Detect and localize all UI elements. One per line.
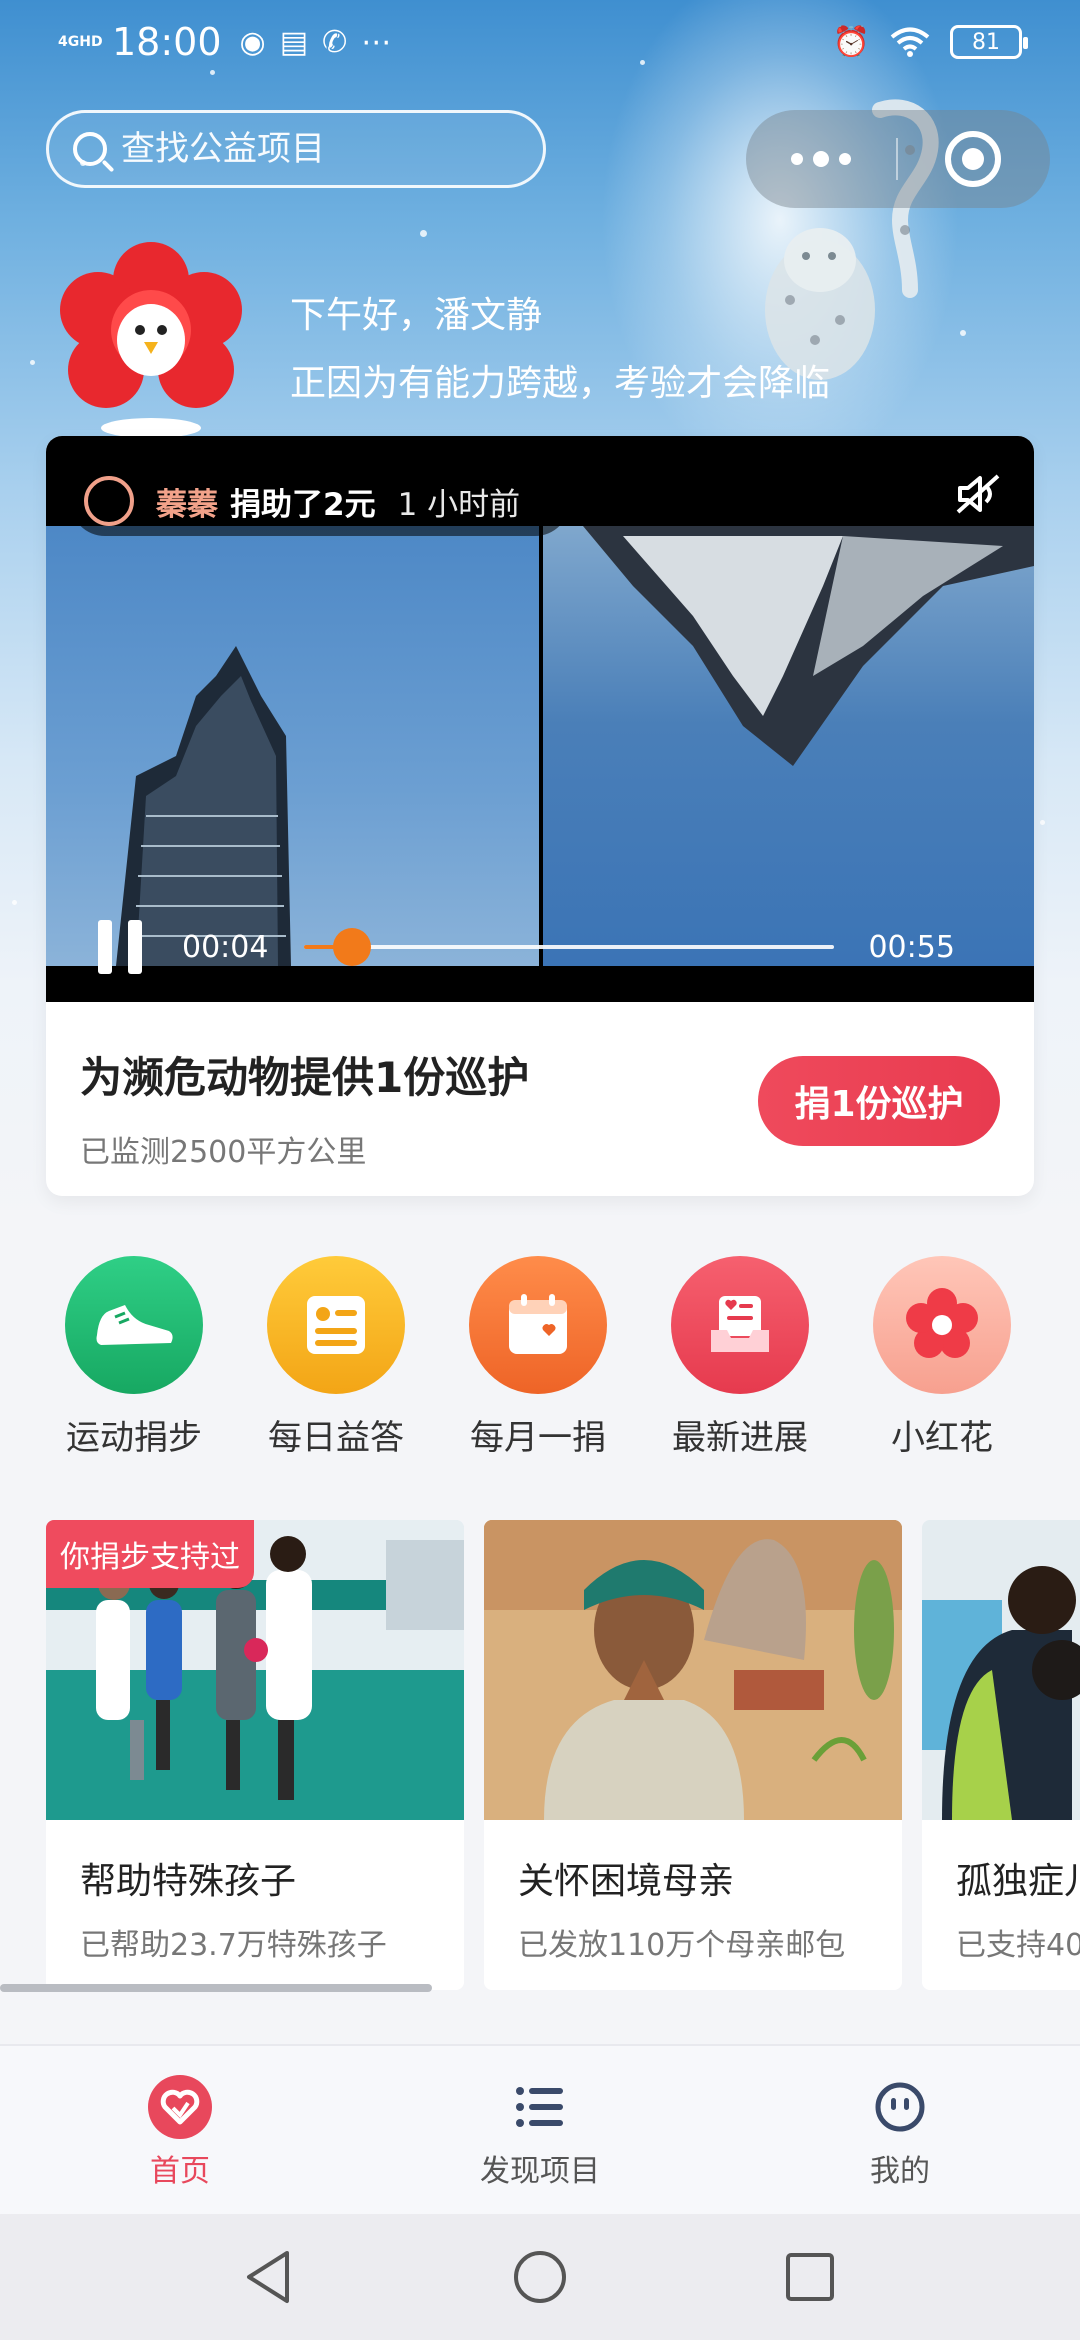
donor-name: 蓁蓁 (156, 486, 218, 523)
list-icon (507, 2074, 573, 2140)
project-info: 为濒危动物提供1份巡护 已监测2500平方公里 捐1份巡护 (46, 1002, 1034, 1196)
donation-amount: 捐助了2元 (230, 486, 376, 523)
quick-action-label: 运动捐步 (66, 1418, 202, 1458)
red-flower-mascot (60, 242, 242, 438)
progress-track[interactable] (304, 928, 835, 966)
bottom-tab-bar: 首页 发现项目 我的 (0, 2044, 1080, 2214)
calendar-heart-icon (469, 1256, 607, 1394)
project-card-stat: 已支持40 (956, 1928, 1080, 1963)
battery-indicator: 81 (950, 25, 1028, 59)
project-card-title: 孤独症儿 (956, 1861, 1080, 1902)
quick-action-label: 每月一捐 (470, 1418, 606, 1458)
project-card-title: 关怀困境母亲 (518, 1861, 735, 1902)
donation-ticker: 蓁蓁 捐助了2元 1 小时前 (70, 466, 570, 536)
quick-action-monthly[interactable]: 每月一捐 (448, 1256, 628, 1459)
search-input[interactable] (121, 129, 521, 169)
project-image-autism (922, 1520, 1080, 1820)
project-card-stat: 已帮助23.7万特殊孩子 (80, 1928, 387, 1963)
search-box[interactable] (46, 110, 546, 188)
target-icon (945, 131, 1001, 187)
quick-action-redflower[interactable]: 小红花 (852, 1256, 1032, 1459)
news-tray-icon (671, 1256, 809, 1394)
quick-actions: 运动捐步 每日益答 每月一捐 最新进展 小红花 (0, 1256, 1080, 1459)
tab-discover[interactable]: 发现项目 (440, 2074, 640, 2190)
tab-home[interactable]: 首页 (80, 2074, 280, 2190)
message-icon: ▤ (279, 24, 309, 60)
back-button[interactable] (228, 2242, 308, 2312)
quick-action-label: 小红花 (891, 1418, 993, 1458)
home-circle-icon (514, 2251, 566, 2303)
carousel-scroll-indicator (0, 1984, 432, 1992)
project-card-title: 帮助特殊孩子 (80, 1861, 297, 1902)
project-card-stat: 已发放110万个母亲邮包 (518, 1928, 846, 1963)
more-dots-icon: ⋯ (361, 24, 392, 60)
quiz-card-icon (267, 1256, 405, 1394)
close-mini-program-button[interactable] (898, 110, 1048, 208)
project-card[interactable]: 孤独症儿 已支持40 (922, 1520, 1080, 1990)
project-image-special-children: 你捐步支持过 (46, 1520, 464, 1820)
recents-button[interactable] (770, 2242, 850, 2312)
donation-time: 1 小时前 (397, 486, 521, 523)
clock: 18:00 (112, 20, 222, 64)
home-button[interactable] (500, 2242, 580, 2312)
greeting-motto: 正因为有能力跨越，考验才会降临 (290, 363, 831, 404)
back-triangle-icon (247, 2251, 289, 2303)
project-carousel[interactable]: 你捐步支持过 帮助特殊孩子 已帮助23.7万特殊孩子 关怀困境母亲 已发放110… (0, 1520, 1080, 1990)
search-icon (73, 132, 107, 166)
alarm-icon: ⏰ (832, 24, 870, 60)
sneaker-icon (65, 1256, 203, 1394)
call-icon: ✆ (322, 24, 348, 60)
wifi-icon (890, 27, 930, 57)
project-card[interactable]: 关怀困境母亲 已发放110万个母亲邮包 (484, 1520, 902, 1990)
smile-face-icon (867, 2074, 933, 2140)
mute-icon[interactable] (954, 472, 1004, 516)
pause-button[interactable] (98, 920, 142, 974)
battery-level: 81 (972, 29, 1000, 55)
current-time: 00:04 (182, 929, 269, 965)
donor-avatar (84, 476, 134, 526)
more-menu-button[interactable] (746, 110, 896, 208)
tab-label: 首页 (150, 2154, 210, 2189)
supported-tag: 你捐步支持过 (46, 1520, 254, 1588)
red-flower-icon (873, 1256, 1011, 1394)
network-indicator: 4GHD (58, 34, 103, 50)
quick-action-label: 最新进展 (672, 1418, 808, 1458)
greeting-title: 下午好，潘文静 (290, 295, 543, 336)
quick-action-progress[interactable]: 最新进展 (650, 1256, 830, 1459)
project-image-mothers (484, 1520, 902, 1820)
tab-label: 我的 (870, 2154, 930, 2189)
greeting: 下午好，潘文静 正因为有能力跨越，考验才会降临 (290, 286, 830, 406)
recents-square-icon (786, 2253, 834, 2301)
progress-knob[interactable] (333, 928, 372, 966)
quick-action-quiz[interactable]: 每日益答 (246, 1256, 426, 1459)
donate-patrol-button[interactable]: 捐1份巡护 (758, 1056, 1000, 1146)
project-card[interactable]: 你捐步支持过 帮助特殊孩子 已帮助23.7万特殊孩子 (46, 1520, 464, 1990)
tab-mine[interactable]: 我的 (800, 2074, 1000, 2190)
voice-icon: ◉ (239, 24, 266, 60)
mini-program-capsule (746, 110, 1050, 208)
quick-action-label: 每日益答 (268, 1418, 404, 1458)
status-bar: 4GHD 18:00 ◉ ▤ ✆ ⋯ ⏰ 81 (0, 0, 1080, 84)
heart-home-icon (147, 2074, 213, 2140)
quick-action-steps[interactable]: 运动捐步 (44, 1256, 224, 1459)
featured-project-card[interactable]: 蓁蓁 捐助了2元 1 小时前 00:04 00:55 为濒危动物提供1份巡护 已… (46, 436, 1034, 1196)
video-controls: 00:04 00:55 (46, 892, 1034, 1002)
system-navigation-bar (0, 2214, 1080, 2340)
total-time: 00:55 (868, 929, 955, 965)
tab-label: 发现项目 (480, 2154, 600, 2189)
video-player[interactable]: 蓁蓁 捐助了2元 1 小时前 00:04 00:55 (46, 436, 1034, 1002)
